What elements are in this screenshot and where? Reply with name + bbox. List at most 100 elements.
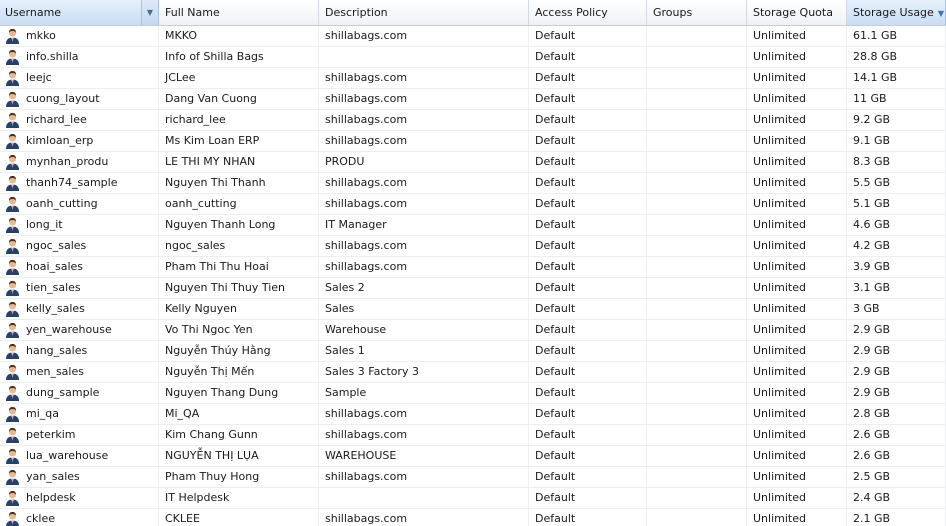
cell-full-name: CKLEE [159,509,319,526]
cell-description: Sales 2 [319,278,529,298]
cell-storage-usage: 5.1 GB [847,194,946,214]
cell-description [319,47,529,67]
column-header-description[interactable]: Description [319,0,529,25]
user-icon [5,364,20,380]
username-text: dung_sample [26,386,100,399]
table-row[interactable]: lua_warehouse NGUYỄN THỊ LỤA WAREHOUSE Defa… [0,446,946,467]
table-row[interactable]: cklee CKLEE shillabags.com Default Unlimited… [0,509,946,526]
cell-access-policy: Default [529,404,647,424]
table-row[interactable]: peterkim Kim Chang Gunn shillabags.com Defa… [0,425,946,446]
cell-username[interactable]: yan_sales [0,467,159,487]
username-text: thanh74_sample [26,176,118,189]
user-list-grid: Username ▼ Full Name Description Access … [0,0,946,526]
table-row[interactable]: richard_lee richard_lee shillabags.com Defa… [0,110,946,131]
column-header-groups[interactable]: Groups [647,0,747,25]
column-header-storage-usage[interactable]: Storage Usage ▼ [847,0,946,25]
cell-username[interactable]: info.shilla [0,47,159,67]
table-row[interactable]: dung_sample Nguyen Thang Dung Sample Defaul… [0,383,946,404]
cell-full-name: oanh_cutting [159,194,319,214]
cell-username[interactable]: thanh74_sample [0,173,159,193]
cell-storage-usage: 9.2 GB [847,110,946,130]
cell-access-policy: Default [529,257,647,277]
cell-access-policy: Default [529,215,647,235]
table-row[interactable]: cuong_layout Dang Van Cuong shillabags.com… [0,89,946,110]
user-icon [5,175,20,191]
cell-username[interactable]: mynhan_produ [0,152,159,172]
cell-storage-quota: Unlimited [747,467,847,487]
column-header-description-label: Description [325,6,388,19]
user-icon [5,490,20,506]
table-row[interactable]: long_it Nguyen Thanh Long IT Manager Defaul… [0,215,946,236]
table-row[interactable]: mynhan_produ LE THI MY NHAN PRODU Default Un… [0,152,946,173]
table-row[interactable]: hang_sales Nguyễn Thúy Hằng Sales 1 Default… [0,341,946,362]
cell-username[interactable]: ngoc_sales [0,236,159,256]
cell-access-policy: Default [529,173,647,193]
username-text: mynhan_produ [26,155,109,168]
cell-full-name: ngoc_sales [159,236,319,256]
grid-body: mkko MKKO shillabags.com Default Unlimited 61… [0,26,946,526]
username-text: kimloan_erp [26,134,94,147]
cell-storage-usage: 2.6 GB [847,446,946,466]
cell-username[interactable]: richard_lee [0,110,159,130]
column-header-storage-quota[interactable]: Storage Quota [747,0,847,25]
cell-username[interactable]: long_it [0,215,159,235]
cell-groups [647,131,747,151]
column-header-access-policy[interactable]: Access Policy [529,0,647,25]
table-row[interactable]: tien_sales Nguyen Thi Thuy Tien Sales 2 Def… [0,278,946,299]
table-row[interactable]: ngoc_sales ngoc_sales shillabags.com Defaul… [0,236,946,257]
column-header-full-name[interactable]: Full Name [159,0,319,25]
cell-storage-quota: Unlimited [747,47,847,67]
table-row[interactable]: hoai_sales Pham Thi Thu Hoai shillabags.co… [0,257,946,278]
cell-storage-usage: 2.4 GB [847,488,946,508]
cell-username[interactable]: helpdesk [0,488,159,508]
column-header-username[interactable]: Username ▼ [0,0,159,25]
cell-storage-quota: Unlimited [747,488,847,508]
cell-description: WAREHOUSE [319,446,529,466]
cell-full-name: MKKO [159,26,319,46]
table-row[interactable]: mkko MKKO shillabags.com Default Unlimited 61… [0,26,946,47]
table-row[interactable]: helpdesk IT Helpdesk Default Unlimited 2.4 G… [0,488,946,509]
cell-description: shillabags.com [319,194,529,214]
cell-full-name: Nguyen Thi Thanh [159,173,319,193]
cell-storage-quota: Unlimited [747,110,847,130]
cell-username[interactable]: hang_sales [0,341,159,361]
cell-access-policy: Default [529,68,647,88]
table-row[interactable]: yan_sales Pham Thuy Hong shillabags.com Def… [0,467,946,488]
cell-storage-usage: 2.9 GB [847,383,946,403]
cell-username[interactable]: cuong_layout [0,89,159,109]
chevron-down-icon[interactable]: ▼ [141,0,158,25]
table-row[interactable]: oanh_cutting oanh_cutting shillabags.com De… [0,194,946,215]
cell-description: shillabags.com [319,131,529,151]
cell-storage-quota: Unlimited [747,362,847,382]
cell-username[interactable]: leejc [0,68,159,88]
table-row[interactable]: leejc JCLee shillabags.com Default Unlimited… [0,68,946,89]
cell-username[interactable]: cklee [0,509,159,526]
cell-storage-usage: 3 GB [847,299,946,319]
cell-username[interactable]: men_sales [0,362,159,382]
cell-username[interactable]: dung_sample [0,383,159,403]
cell-username[interactable]: mkko [0,26,159,46]
table-row[interactable]: mi_qa Mi_QA shillabags.com Default Unlimited… [0,404,946,425]
cell-username[interactable]: kelly_sales [0,299,159,319]
cell-username[interactable]: tien_sales [0,278,159,298]
cell-full-name: Pham Thuy Hong [159,467,319,487]
cell-access-policy: Default [529,152,647,172]
cell-username[interactable]: lua_warehouse [0,446,159,466]
table-row[interactable]: kimloan_erp Ms Kim Loan ERP shillabags.com… [0,131,946,152]
user-icon [5,196,20,212]
table-row[interactable]: info.shilla Info of Shilla Bags Default Unl… [0,47,946,68]
cell-full-name: Info of Shilla Bags [159,47,319,67]
cell-username[interactable]: peterkim [0,425,159,445]
table-row[interactable]: yen_warehouse Vo Thi Ngoc Yen Warehouse Def… [0,320,946,341]
cell-username[interactable]: hoai_sales [0,257,159,277]
cell-groups [647,404,747,424]
cell-username[interactable]: oanh_cutting [0,194,159,214]
cell-storage-quota: Unlimited [747,509,847,526]
cell-groups [647,89,747,109]
cell-username[interactable]: kimloan_erp [0,131,159,151]
cell-username[interactable]: mi_qa [0,404,159,424]
table-row[interactable]: kelly_sales Kelly Nguyen Sales Default Unlim… [0,299,946,320]
cell-username[interactable]: yen_warehouse [0,320,159,340]
table-row[interactable]: men_sales Nguyễn Thị Mến Sales 3 Factory 3… [0,362,946,383]
table-row[interactable]: thanh74_sample Nguyen Thi Thanh shillabags… [0,173,946,194]
